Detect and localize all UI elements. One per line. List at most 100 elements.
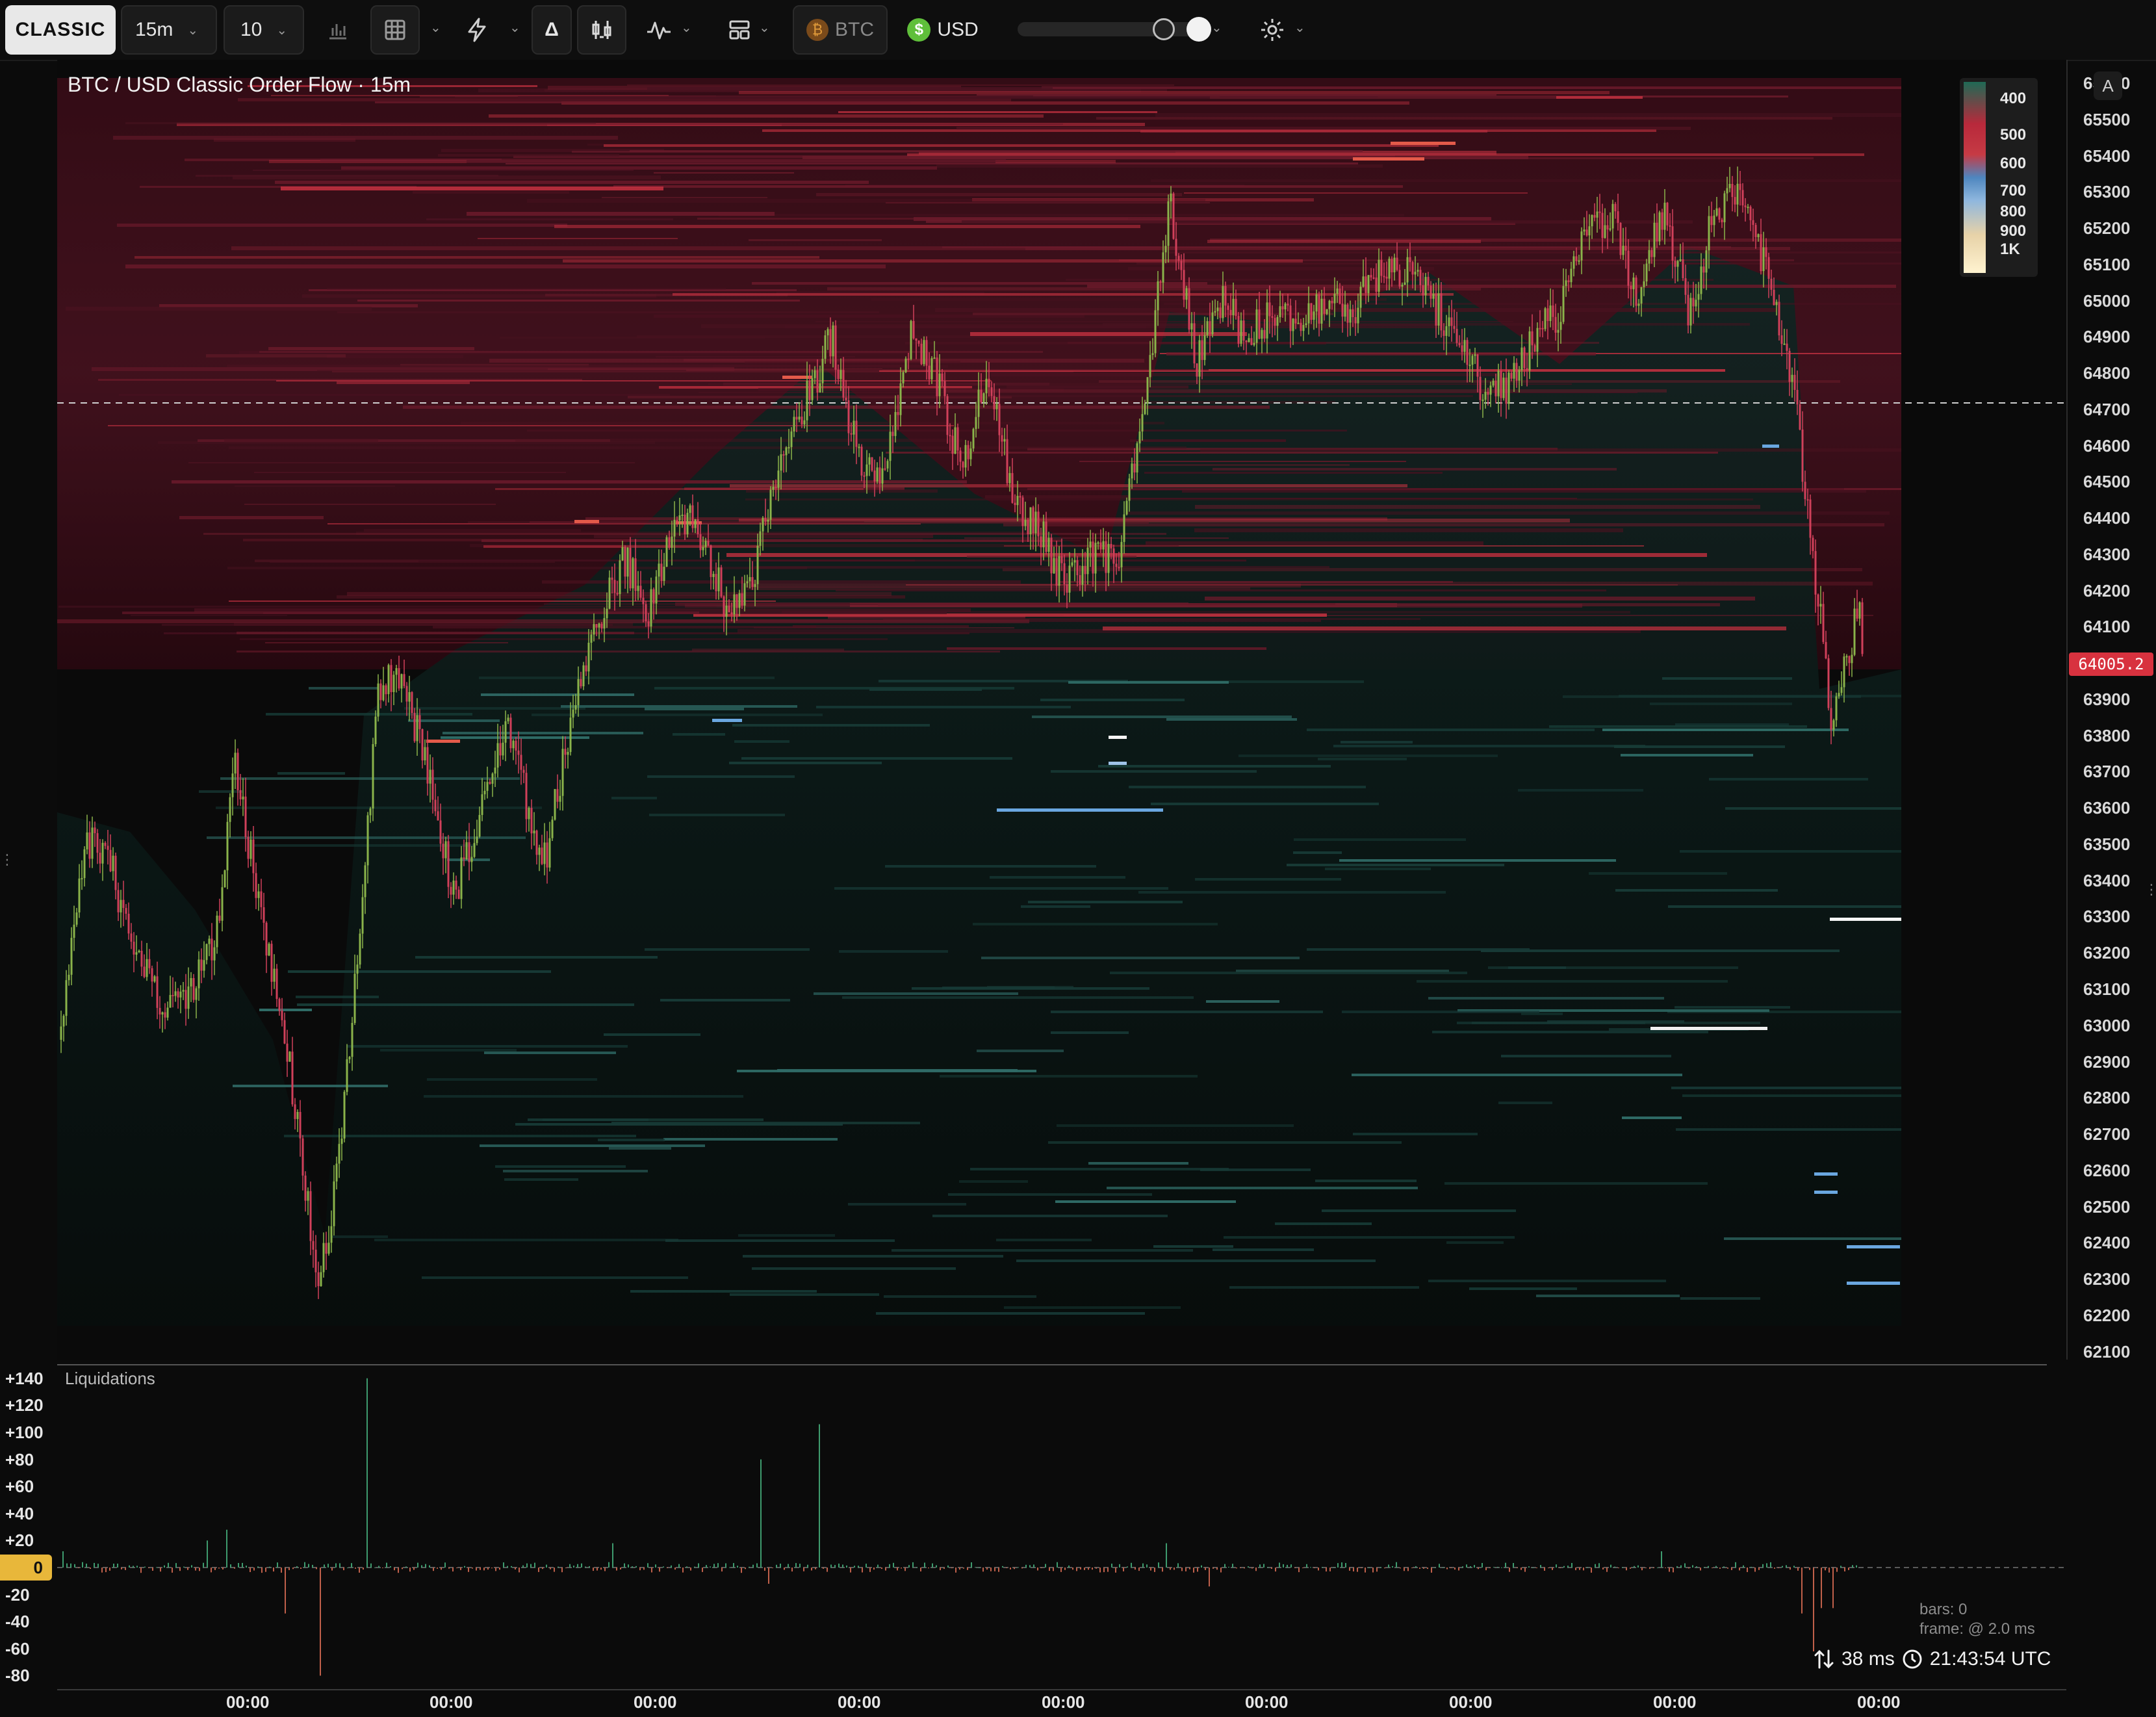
candle-body: [1830, 708, 1832, 730]
liquidation-bar: [1731, 1568, 1732, 1570]
candle-body: [83, 849, 86, 879]
liquidation-bar: [905, 1568, 906, 1571]
chevron-down-icon[interactable]: ⌄: [681, 19, 692, 36]
liquidation-bar: [191, 1565, 192, 1568]
liquidation-bar: [862, 1568, 863, 1573]
liquidation-bar: [125, 1568, 126, 1570]
order-flow-heatmap[interactable]: [0, 60, 2156, 1717]
left-resize-handle-icon[interactable]: ⋮: [0, 851, 14, 868]
classic-mode-button[interactable]: CLASSIC: [5, 5, 116, 55]
chevron-down-icon[interactable]: ⌄: [1211, 19, 1222, 36]
candle-body: [1372, 277, 1375, 279]
ask-heat-line: [478, 238, 678, 239]
candle-body: [320, 1272, 322, 1286]
price-axis[interactable]: 6560065500654006530065200651006500064900…: [2066, 60, 2156, 1362]
candle-body: [522, 769, 525, 773]
candle-body: [824, 335, 827, 359]
chevron-down-icon[interactable]: ⌄: [430, 19, 441, 36]
candle-body: [543, 842, 546, 864]
candle-body: [398, 668, 400, 689]
liquidation-bar: [1458, 1568, 1459, 1571]
candle-body: [754, 584, 756, 587]
timeframe-select[interactable]: 15m ⌄: [121, 5, 217, 55]
candle-body: [860, 446, 863, 476]
candle-body: [1637, 303, 1640, 306]
candle-body: [70, 938, 73, 975]
bid-heat-line: [990, 876, 1125, 879]
liquidation-bar: [1754, 1568, 1756, 1572]
candle-body: [1739, 183, 1741, 190]
candle-body: [343, 1092, 346, 1139]
gear-icon[interactable]: [1257, 14, 1288, 45]
candle-body: [468, 842, 470, 862]
depth-select[interactable]: 10 ⌄: [224, 5, 304, 55]
candle-body: [114, 855, 117, 890]
price-tick: 62500: [2083, 1196, 2131, 1217]
liquidation-bar: [222, 1568, 224, 1569]
candle-body: [99, 853, 101, 864]
ask-heat-line: [752, 282, 1207, 285]
candle-body: [104, 842, 107, 846]
liquidation-bar: [300, 1568, 302, 1569]
liquidation-bar: [366, 1378, 368, 1568]
right-resize-handle-icon[interactable]: ⋮: [2144, 881, 2156, 898]
lightning-icon[interactable]: [461, 14, 493, 45]
ask-heat-line: [654, 172, 794, 174]
liquidation-bar: [784, 1568, 785, 1570]
base-currency-label: BTC: [835, 19, 874, 40]
slider-handle-dark[interactable]: [1153, 18, 1175, 40]
chevron-down-icon[interactable]: ⌄: [509, 19, 520, 36]
chevron-down-icon[interactable]: ⌄: [1294, 19, 1305, 36]
candle-body: [195, 988, 198, 1000]
price-tick: 63600: [2083, 798, 2131, 818]
heatmap-grid-button[interactable]: [370, 5, 420, 55]
candles-toggle-button[interactable]: [577, 5, 626, 55]
candle-body: [1305, 323, 1307, 326]
bid-heat-line: [1444, 1182, 1708, 1185]
candle-body: [1546, 308, 1549, 321]
chevron-down-icon[interactable]: ⌄: [759, 19, 770, 36]
candle-body: [1513, 363, 1515, 379]
scale-reset-icon[interactable]: A: [2094, 71, 2122, 100]
candle-body: [681, 514, 684, 516]
slider-handle-light[interactable]: [1187, 17, 1211, 42]
candle-body: [1357, 307, 1359, 324]
candle-body: [1209, 321, 1211, 335]
volume-bars-icon[interactable]: [322, 14, 353, 45]
delta-toggle-button[interactable]: Δ: [532, 5, 572, 55]
candle-body: [925, 340, 928, 366]
liquidation-bar: [363, 1568, 364, 1570]
liquidation-bar: [1154, 1568, 1155, 1572]
liquidation-bar: [1419, 1568, 1420, 1569]
ask-heat-line: [730, 484, 1407, 487]
line-indicator-icon[interactable]: [643, 14, 674, 45]
candle-body: [1650, 250, 1653, 257]
liquidation-bar: [1135, 1568, 1136, 1570]
bid-heat-line: [1051, 770, 1257, 773]
candle-body: [1630, 285, 1632, 290]
candle-body: [554, 789, 556, 820]
candle-body: [447, 841, 450, 887]
candle-body: [208, 938, 211, 944]
quote-currency-button[interactable]: $ USD: [901, 5, 985, 55]
ask-heat-line: [1207, 240, 1481, 243]
candle-body: [897, 412, 899, 415]
candle-body: [237, 753, 239, 790]
candle-body: [1136, 443, 1138, 472]
candle-body: [959, 450, 962, 462]
liquidation-bar: [1341, 1562, 1342, 1568]
bid-heat-line: [503, 1170, 648, 1172]
liquidation-bar: [1372, 1568, 1374, 1573]
bid-heat-line: [1195, 878, 1341, 881]
base-currency-button[interactable]: ₿ BTC: [793, 5, 888, 55]
candle-body: [1383, 276, 1385, 278]
liquidation-bar: [1700, 1568, 1701, 1571]
liquidation-bar: [1591, 1568, 1592, 1573]
layout-icon[interactable]: [724, 14, 755, 45]
legend-tick: 800: [2000, 203, 2027, 220]
liquidation-bar: [1505, 1562, 1506, 1568]
liquidation-bar: [1774, 1568, 1775, 1569]
bid-heat-line: [1294, 838, 1466, 841]
liquidation-bar: [113, 1564, 114, 1568]
opacity-slider[interactable]: [1018, 22, 1207, 36]
